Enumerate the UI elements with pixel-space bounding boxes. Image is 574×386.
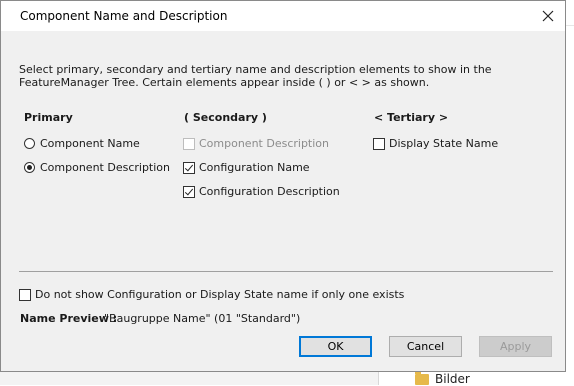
checkbox-label: Display State Name — [389, 137, 499, 150]
tertiary-heading: < Tertiary > — [374, 111, 449, 124]
checkbox-secondary-component-description[interactable]: Component Description — [183, 137, 329, 150]
checkbox[interactable] — [19, 288, 31, 301]
radio-button[interactable] — [24, 138, 35, 149]
separator — [19, 271, 553, 272]
apply-button[interactable]: Apply — [479, 336, 552, 357]
radio-component-name[interactable]: Component Name — [24, 137, 140, 150]
checkbox-hide-single-config[interactable]: Do not show Configuration or Display Sta… — [19, 288, 404, 301]
folder-icon — [415, 371, 429, 385]
checkbox-label: Configuration Description — [199, 185, 340, 198]
radio-label: Component Description — [40, 161, 171, 174]
checkbox-display-state-name[interactable]: Display State Name — [373, 137, 498, 150]
secondary-heading: ( Secondary ) — [184, 111, 267, 124]
checkbox-configuration-description[interactable]: Configuration Description — [183, 185, 340, 198]
ok-button[interactable]: OK — [299, 336, 372, 357]
close-button[interactable] — [531, 1, 565, 31]
checkbox-label: Configuration Name — [199, 161, 310, 174]
checkbox-configuration-name[interactable]: Configuration Name — [183, 161, 310, 174]
checkbox[interactable] — [373, 137, 385, 150]
cancel-button[interactable]: Cancel — [389, 336, 462, 357]
name-preview-label: Name Preview : — [20, 312, 118, 325]
dialog-title: Component Name and Description — [20, 9, 228, 23]
dialog-description: Select primary, secondary and tertiary n… — [19, 63, 492, 89]
checkbox[interactable] — [183, 137, 195, 150]
checkbox-label: Do not show Configuration or Display Sta… — [35, 288, 405, 301]
checkbox[interactable] — [183, 161, 195, 174]
radio-button[interactable] — [24, 162, 35, 173]
radio-label: Component Name — [40, 137, 140, 150]
component-name-dialog: Component Name and Description Select pr… — [0, 0, 566, 372]
primary-heading: Primary — [24, 111, 73, 124]
radio-component-description[interactable]: Component Description — [24, 161, 170, 174]
name-preview-value: "Baugruppe Name" (01 "Standard") — [104, 312, 301, 325]
close-icon — [542, 10, 554, 22]
dialog-titlebar: Component Name and Description — [1, 1, 565, 31]
folder-label[interactable]: Bilder — [435, 372, 470, 386]
checkbox[interactable] — [183, 185, 195, 198]
checkbox-label: Component Description — [199, 137, 330, 150]
